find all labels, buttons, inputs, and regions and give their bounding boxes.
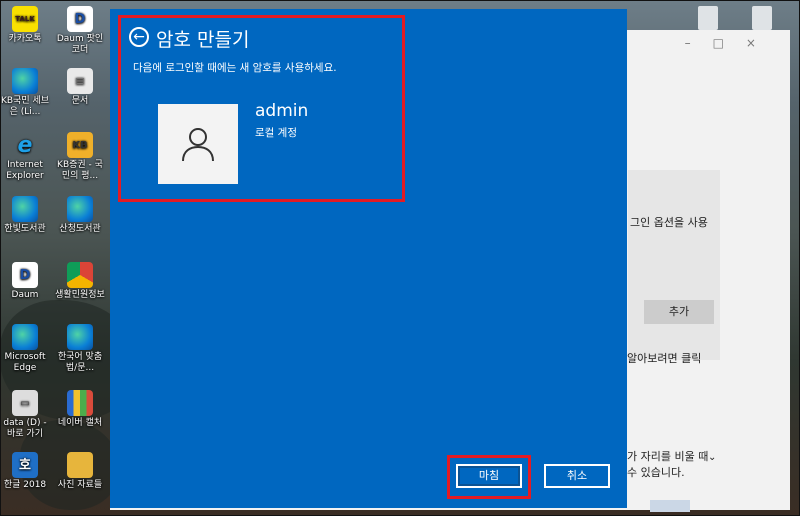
desktop-icon-kb-edge[interactable]: KB국민 세브은 (Li... <box>0 68 50 118</box>
desktop-icon-label: Microsoft Edge <box>4 352 46 373</box>
edge-icon <box>12 324 38 350</box>
desktop-icon-label: KB증권 - 국민의 평... <box>57 160 103 181</box>
desktop-icon-label: 카카오톡 <box>8 34 42 44</box>
desktop-icon-label: Daum <box>11 290 39 300</box>
highlight-account-area <box>118 15 405 202</box>
desktop-icon-label: 한빛도서관 <box>4 224 46 234</box>
desktop-icon-label: 문서 <box>71 96 89 106</box>
desktop-icon-library-2[interactable]: 산청도서관 <box>55 196 105 235</box>
learn-more-link[interactable]: 알아보려면 클릭 <box>627 350 701 366</box>
ie-icon: e <box>17 132 33 158</box>
desktop-icon-document[interactable]: ≡ 문서 <box>55 68 105 107</box>
desktop-icon-label: 네이버 캘처 <box>57 418 103 428</box>
edge-icon <box>12 196 38 222</box>
hwp-icon: 호 <box>12 452 38 478</box>
document-icon: ≡ <box>67 68 93 94</box>
desktop-icon-photos[interactable]: 사진 자료들 <box>55 452 105 491</box>
desktop-icon-daum-encoder[interactable]: D Daum 팟인코더 <box>55 6 105 56</box>
desktop-icon-daum[interactable]: D Daum <box>0 262 50 301</box>
edge-icon <box>12 68 38 94</box>
away-text-2: 수 있습니다. <box>627 466 685 479</box>
desktop-icon-label: 사진 자료들 <box>57 480 103 490</box>
desktop-icon-label: 한글 2018 <box>3 480 47 490</box>
desktop-icon-label: KB국민 세브은 (Li... <box>0 96 50 117</box>
daum-icon: D <box>67 6 93 32</box>
drive-icon: ▭ <box>12 390 38 416</box>
desktop-icon-label: 생활민원정보 <box>55 290 105 300</box>
away-text-1: 가 자리를 비울 때 <box>627 450 709 463</box>
desktop-icon-civil[interactable]: 생활민원정보 <box>55 262 105 301</box>
toggle-indicator[interactable]: ⌄ <box>708 452 716 463</box>
add-button[interactable]: 추가 <box>644 300 714 324</box>
desktop-icon-kakaotalk[interactable]: TALK 카카오톡 <box>0 6 50 45</box>
folder-icon <box>67 452 93 478</box>
edge-icon <box>67 324 93 350</box>
desktop-file-icon[interactable] <box>698 6 718 30</box>
desktop-icon-label: data (D) - 바로 가기 <box>3 418 47 439</box>
desktop-icon-edge[interactable]: Microsoft Edge <box>0 324 50 374</box>
desktop-icon-label: 산청도서관 <box>59 224 101 234</box>
desktop-icon-label: Internet Explorer <box>6 160 44 181</box>
desktop-file-icon[interactable] <box>752 6 772 30</box>
login-options-text: 그인 옵션을 사용 <box>630 216 708 229</box>
desktop-icon-data-drive[interactable]: ▭ data (D) - 바로 가기 <box>0 390 50 440</box>
settings-pane <box>628 170 720 360</box>
desktop-icon-spellcheck[interactable]: 한국어 맞춤법/문... <box>55 324 105 374</box>
desktop-icon-label: 한국어 맞춤법/문... <box>57 352 103 373</box>
cancel-button[interactable]: 취소 <box>544 464 610 488</box>
desktop-icon-label: Daum 팟인코더 <box>56 34 104 55</box>
daum-icon: D <box>12 262 38 288</box>
edge-icon <box>67 196 93 222</box>
desktop-icon-kb-securities[interactable]: KB KB증권 - 국민의 평... <box>55 132 105 182</box>
highlight-finish-button <box>447 455 531 499</box>
desktop-icon-hwp[interactable]: 호 한글 2018 <box>0 452 50 491</box>
chart-icon <box>67 390 93 416</box>
desktop-icon-capture[interactable]: 네이버 캘처 <box>55 390 105 429</box>
kakaotalk-icon: TALK <box>12 6 38 32</box>
kb-icon: KB <box>67 132 93 158</box>
desktop-icon-library-1[interactable]: 한빛도서관 <box>0 196 50 235</box>
desktop-icon-ie[interactable]: e Internet Explorer <box>0 132 50 182</box>
chrome-icon <box>67 262 93 288</box>
window-controls[interactable]: –□× <box>685 36 778 50</box>
link-highlight <box>650 500 690 512</box>
